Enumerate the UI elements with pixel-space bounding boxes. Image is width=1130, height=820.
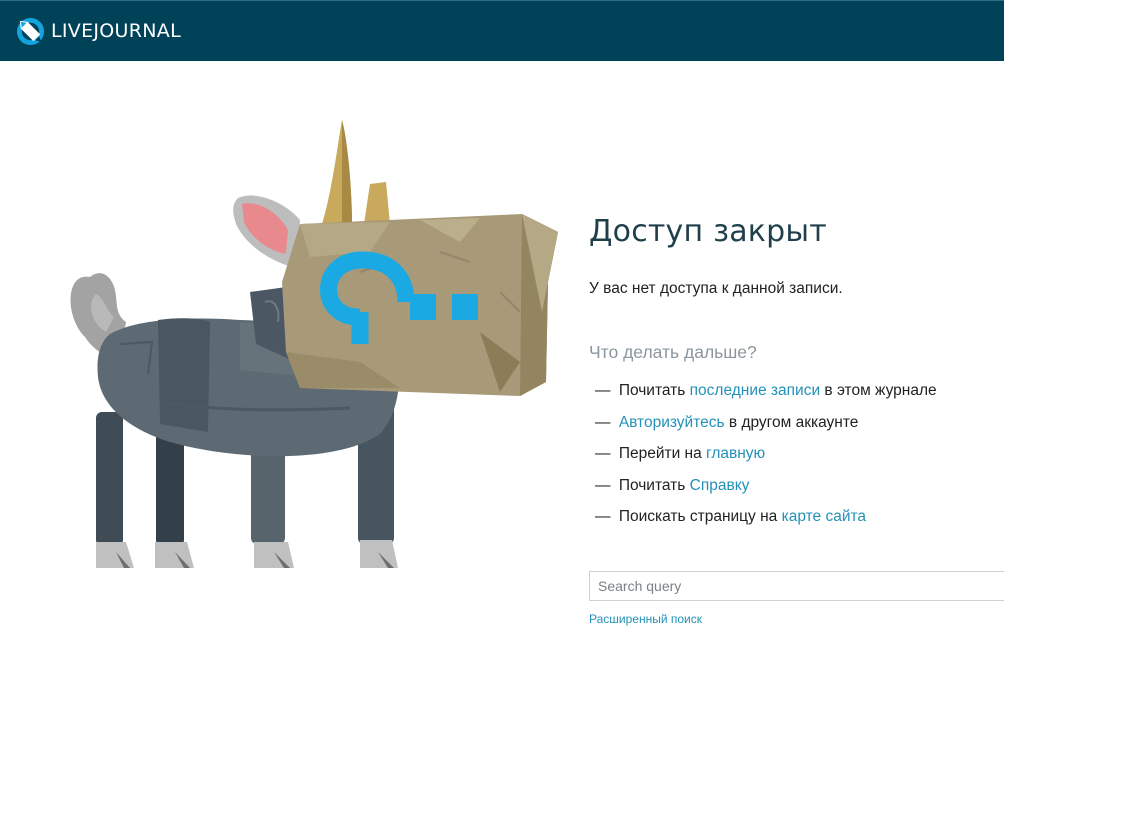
list-item: — Поискать страницу на карте сайта xyxy=(595,508,1015,540)
next-steps-heading: Что делать дальше? xyxy=(589,342,757,362)
next-steps-list: — Почитать последние записи в этом журна… xyxy=(595,382,1015,540)
home-link[interactable]: главную xyxy=(706,445,765,462)
recent-entries-link[interactable]: последние записи xyxy=(690,382,820,399)
brand-name: LIVEJOURNAL xyxy=(51,20,181,42)
option-prefix: Почитать xyxy=(618,382,690,399)
list-item: — Почитать Справку xyxy=(595,477,1015,509)
site-header: LIVEJOURNAL xyxy=(0,0,1004,61)
list-item: — Перейти на главную xyxy=(595,445,1015,477)
option-prefix: Перейти на xyxy=(618,445,707,462)
list-item: — Авторизуйтесь в другом аккаунте xyxy=(595,414,1015,446)
livejournal-logo-icon xyxy=(16,17,45,45)
access-denied-panel: Доступ закрыт У вас нет доступа к данной… xyxy=(589,212,1009,525)
list-item: — Почитать последние записи в этом журна… xyxy=(595,382,1015,414)
sitemap-link[interactable]: карте сайта xyxy=(782,508,866,525)
login-link[interactable]: Авторизуйтесь xyxy=(619,414,725,431)
access-message: У вас нет доступа к данной записи. xyxy=(589,280,843,297)
advanced-search-link[interactable]: Расширенный поиск xyxy=(589,612,702,626)
unicorn-bag-illustration xyxy=(70,120,558,568)
dash: — xyxy=(595,445,611,462)
search-input[interactable] xyxy=(589,571,1004,601)
site-logo[interactable]: LIVEJOURNAL xyxy=(16,16,181,46)
option-prefix: Почитать xyxy=(618,476,690,494)
help-link[interactable]: Справку xyxy=(690,477,750,494)
option-prefix: Поискать страницу на xyxy=(618,508,782,525)
option-suffix: в этом журнале xyxy=(820,382,937,399)
option-suffix: в другом аккаунте xyxy=(724,413,859,431)
dash: — xyxy=(595,476,611,494)
dash: — xyxy=(595,508,611,525)
dash: — xyxy=(595,382,611,399)
dash: — xyxy=(595,413,611,431)
page-title: Доступ закрыт xyxy=(589,214,827,249)
